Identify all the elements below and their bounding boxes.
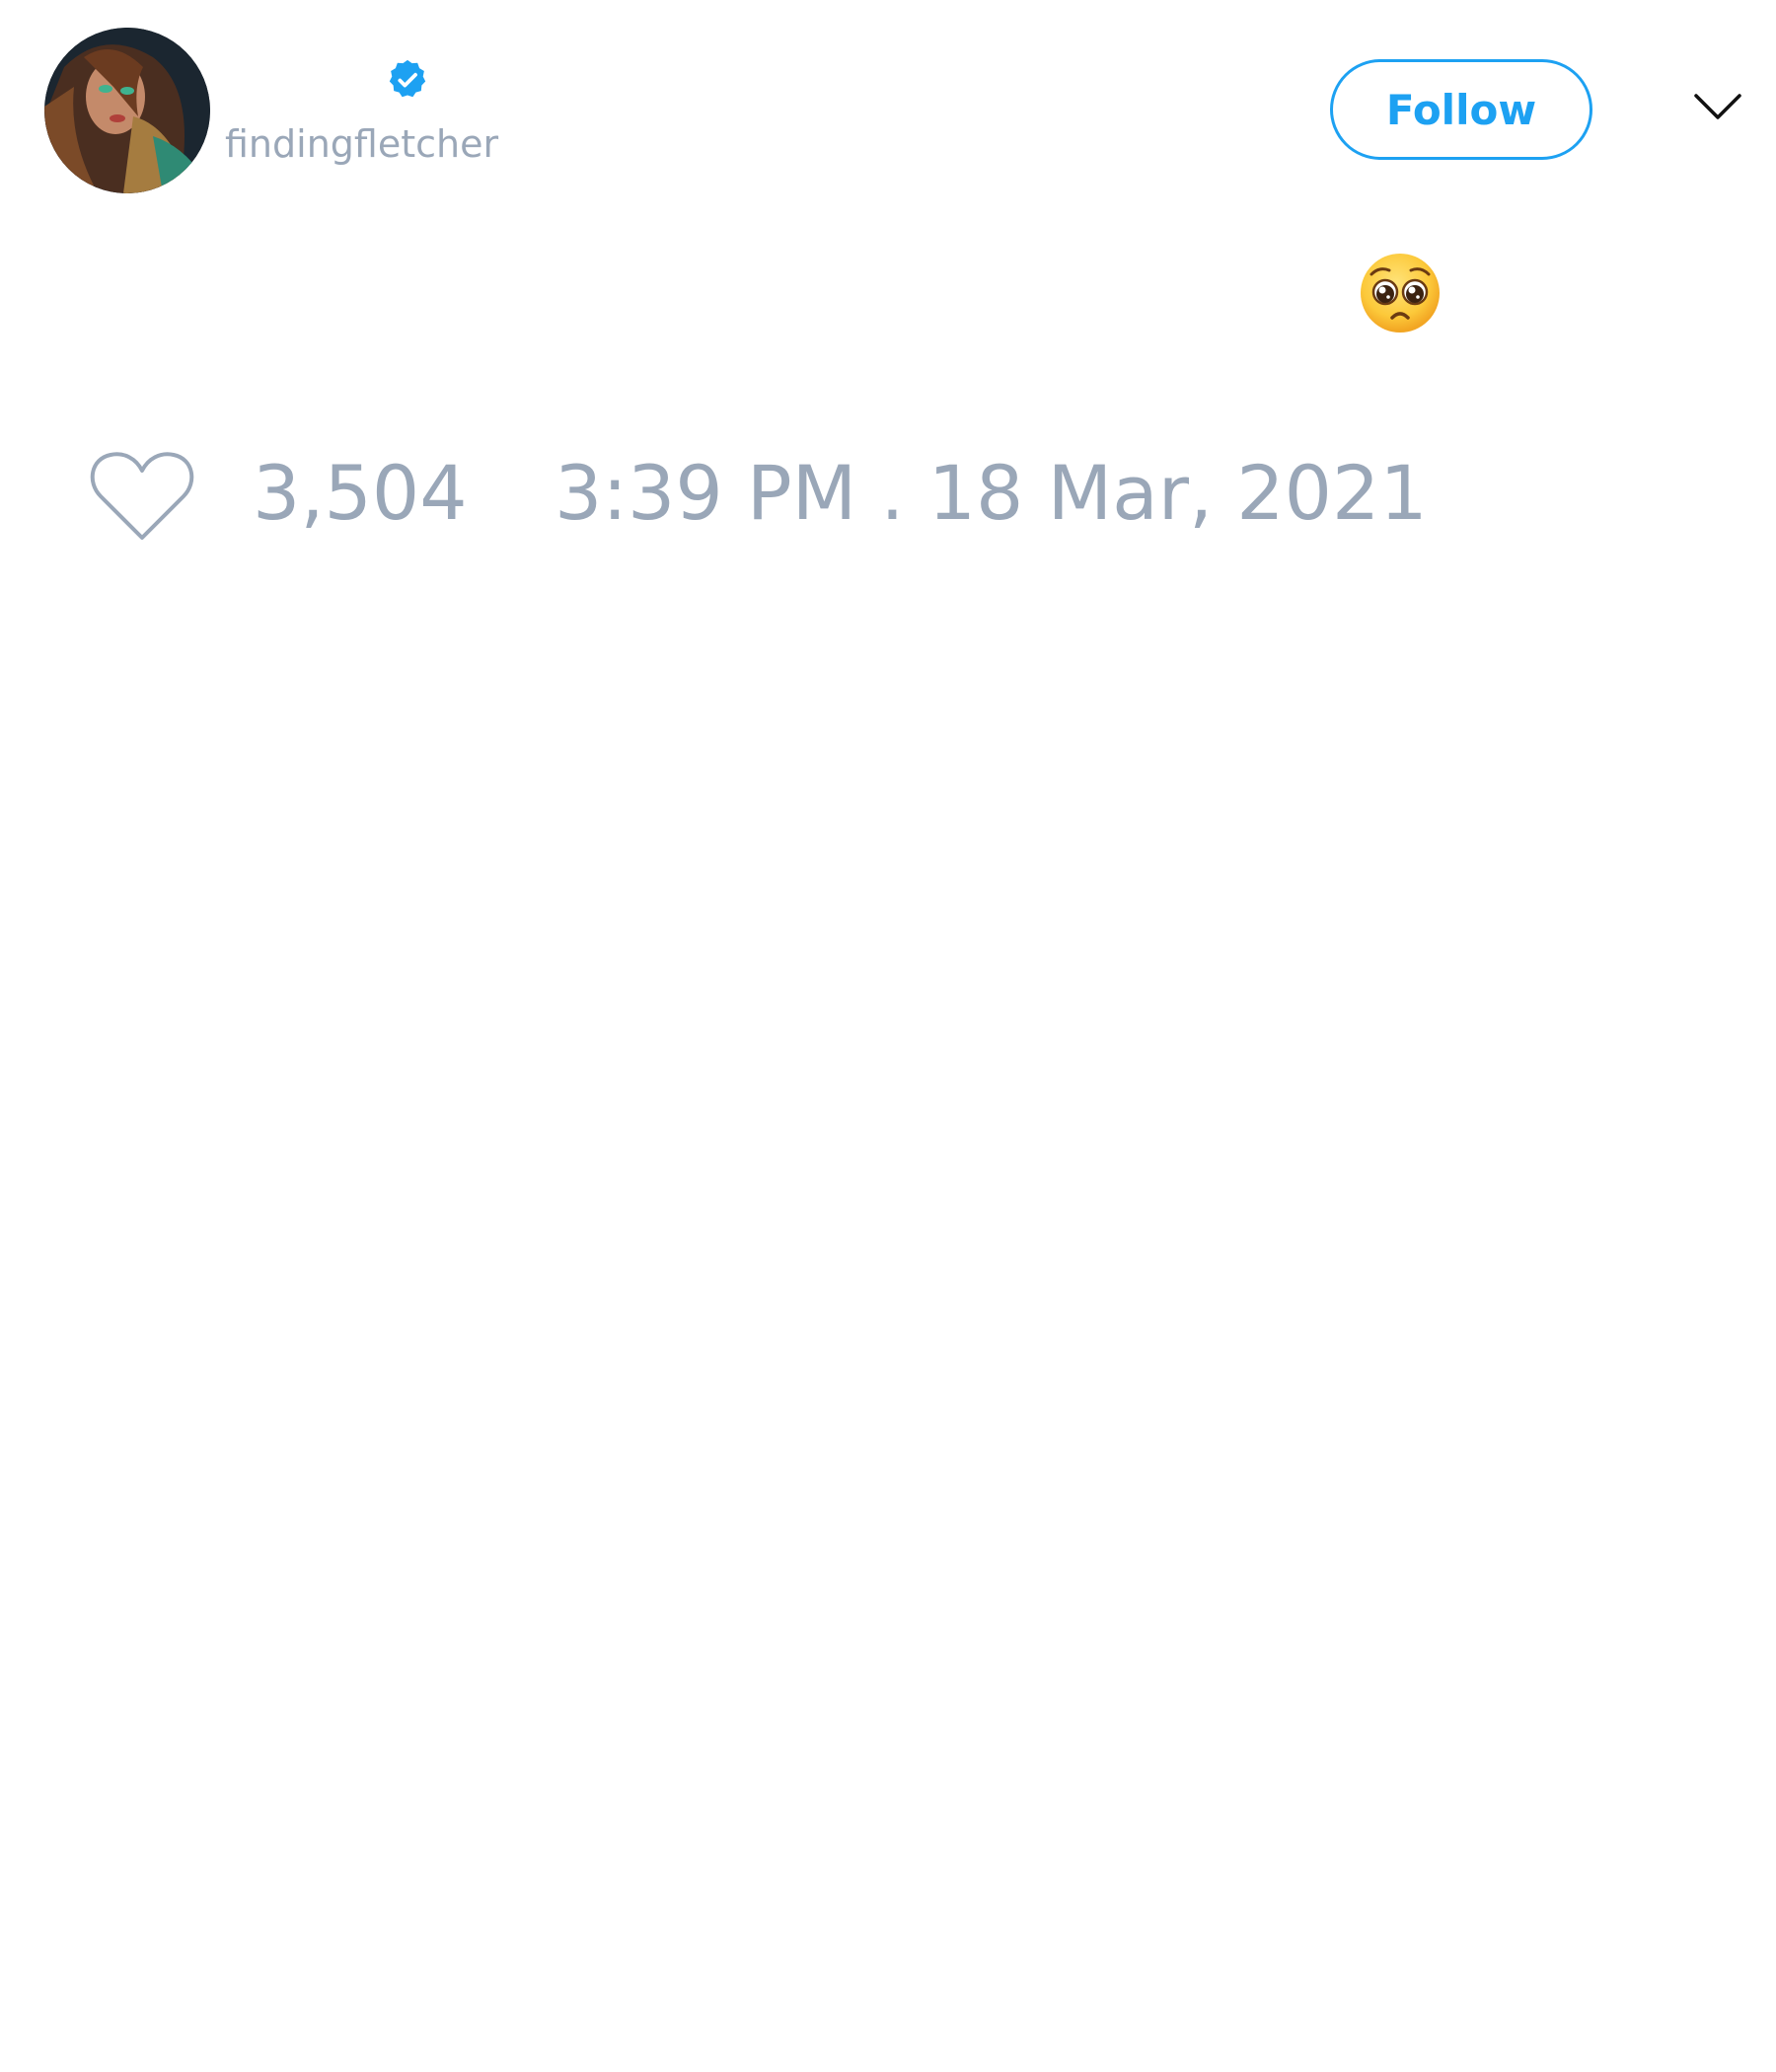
avatar-photo bbox=[44, 28, 210, 193]
pleading-face-emoji: 🥺 bbox=[1361, 254, 1440, 333]
user-handle[interactable]: findingfletcher bbox=[225, 125, 498, 163]
verified-badge-icon bbox=[389, 59, 426, 98]
avatar[interactable] bbox=[44, 28, 210, 193]
heart-icon[interactable] bbox=[89, 449, 195, 544]
chevron-down-icon[interactable] bbox=[1693, 91, 1742, 122]
tweet-card: findingfletcher Follow 🥺 3,504 bbox=[0, 0, 1776, 2072]
tweet-timestamp[interactable]: 3:39 PM . 18 Mar, 2021 bbox=[555, 456, 1428, 531]
follow-button[interactable]: Follow bbox=[1330, 59, 1592, 160]
like-count: 3,504 bbox=[253, 449, 468, 537]
